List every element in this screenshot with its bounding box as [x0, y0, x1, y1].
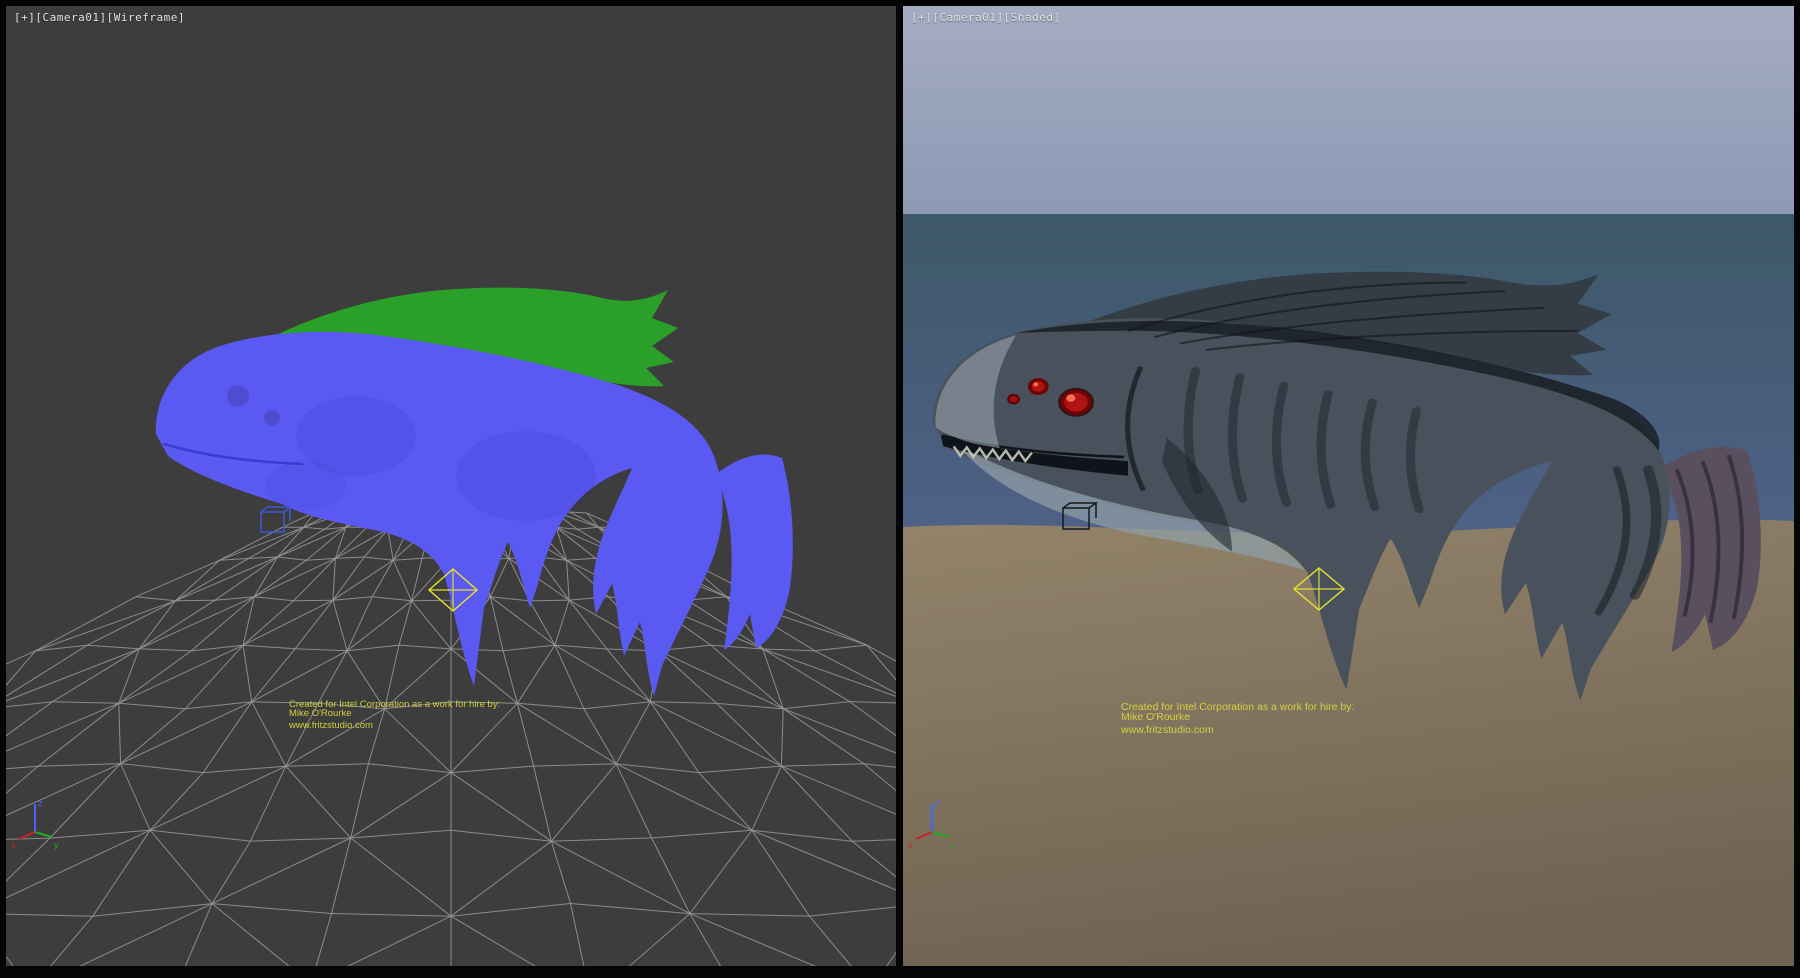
viewport-label-shaded[interactable]: [+][Camera01][Shaded]	[911, 11, 1061, 24]
watermark-line3: www.fritzstudio.com	[1121, 725, 1354, 735]
axis-z-label: z	[38, 798, 43, 808]
sky	[903, 6, 1794, 214]
watermark-text: Created for Intel Corporation as a work …	[1121, 702, 1354, 735]
axis-y-label: y	[951, 840, 956, 850]
viewport-label-wireframe[interactable]: [+][Camera01][Wireframe]	[14, 11, 185, 24]
watermark-line3: www.fritzstudio.com	[289, 721, 500, 730]
shaded-scene: z x y	[903, 6, 1794, 966]
viewport-shaded[interactable]: [+][Camera01][Shaded]	[903, 6, 1794, 966]
viewport-wireframe[interactable]: [+][Camera01][Wireframe]	[6, 6, 896, 966]
axis-z-label: z	[935, 798, 940, 808]
watermark-text: Created for Intel Corporation as a work …	[289, 700, 500, 730]
axis-x-label: x	[11, 840, 16, 850]
watermark-line2: Mike O'Rourke	[1121, 712, 1354, 722]
dual-viewport-stage: [+][Camera01][Wireframe]	[0, 0, 1800, 978]
axis-y-label: y	[54, 840, 59, 850]
wireframe-scene: z x y	[6, 6, 896, 966]
axis-x-label: x	[908, 840, 913, 850]
watermark-line2: Mike O'Rourke	[289, 709, 500, 718]
